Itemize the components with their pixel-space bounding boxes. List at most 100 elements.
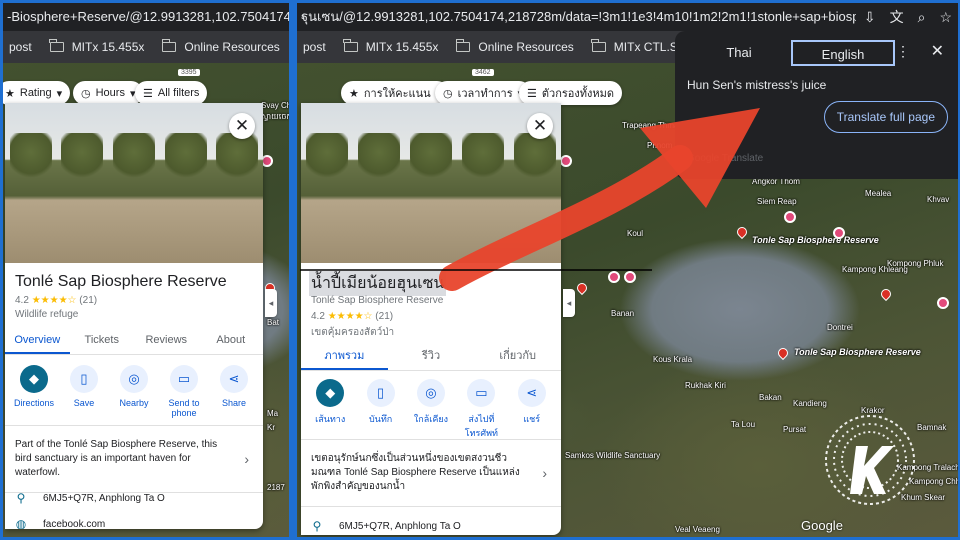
saved-place-heart-icon[interactable] bbox=[608, 271, 620, 283]
tab-about[interactable]: เกี่ยวกับ bbox=[474, 341, 561, 370]
source-language-tab[interactable]: Thai bbox=[687, 40, 791, 66]
phone-icon: ▭ bbox=[467, 379, 496, 407]
more-options-icon[interactable]: ⋮ bbox=[896, 43, 910, 60]
address-bar[interactable]: -Biosphere+Reserve/@12.9913281,102.75041… bbox=[3, 3, 289, 31]
place-photo[interactable]: ✕ bbox=[5, 103, 263, 263]
install-app-icon[interactable]: ⇩ bbox=[864, 3, 876, 31]
action-label: เส้นทาง bbox=[315, 414, 346, 424]
map-label: Siem Reap bbox=[757, 197, 797, 206]
chip-label: Rating bbox=[19, 87, 52, 99]
tab-about[interactable]: About bbox=[199, 325, 264, 354]
bookmark-folder[interactable]: MITx 15.455x bbox=[343, 39, 439, 54]
rating-value: 4.2 bbox=[15, 295, 29, 306]
tab-reviews[interactable]: Reviews bbox=[134, 325, 199, 354]
tab-tickets[interactable]: Tickets bbox=[70, 325, 135, 354]
selected-place-pin-icon[interactable] bbox=[734, 224, 750, 240]
folder-icon bbox=[591, 39, 606, 52]
place-pin-icon[interactable] bbox=[878, 286, 894, 302]
place-details-card: ✕ น้ำปี้เมียน้อยฮุนเซน Tonlé Sap Biosphe… bbox=[301, 103, 561, 535]
star-bookmark-icon[interactable]: ☆ bbox=[939, 3, 952, 31]
folder-icon bbox=[343, 39, 358, 52]
all-filters-chip[interactable]: ☰ ตัวกรองทั้งหมด bbox=[519, 81, 623, 105]
close-icon[interactable]: ✕ bbox=[931, 41, 944, 61]
description-text: เขตอนุรักษ์นกซึ่งเป็นส่วนหนึ่งของเขตสงวน… bbox=[311, 453, 520, 492]
folder-icon bbox=[455, 39, 471, 52]
send-to-phone-button[interactable]: ▭ ส่งไปที่ โทรศัพท์ bbox=[458, 379, 504, 440]
saved-place-heart-icon[interactable] bbox=[560, 155, 572, 167]
share-button[interactable]: ⋖ แชร์ bbox=[509, 379, 555, 440]
place-pin-icon[interactable] bbox=[574, 280, 590, 296]
saved-place-heart-icon[interactable] bbox=[937, 297, 949, 309]
globe-icon: ◍ bbox=[15, 517, 27, 529]
chip-label: Hours bbox=[95, 87, 125, 99]
directions-button[interactable]: ◆ เส้นทาง bbox=[307, 379, 353, 440]
review-count[interactable]: (21) bbox=[375, 311, 393, 322]
map-label: Dontrei bbox=[827, 323, 853, 332]
bookmark-item[interactable]: post bbox=[9, 40, 32, 54]
collapse-panel-handle[interactable]: ◂ bbox=[265, 289, 277, 317]
place-description[interactable]: เขตอนุรักษ์นกซึ่งเป็นส่วนหนึ่งของเขตสงวน… bbox=[301, 439, 561, 507]
map-label: Kompong Phluk bbox=[887, 259, 944, 268]
url-text: ฐุนเซน/@12.9913281,102.7504174,218728m/d… bbox=[301, 9, 885, 24]
website-row[interactable]: ◍ facebook.com bbox=[15, 517, 253, 529]
translate-footer: Google Translate bbox=[687, 153, 764, 164]
collapse-panel-handle[interactable]: ◂ bbox=[563, 289, 575, 317]
place-description[interactable]: Part of the Tonlé Sap Biosphere Reserve,… bbox=[5, 425, 263, 493]
photo-trees bbox=[301, 133, 561, 188]
place-photo[interactable]: ✕ bbox=[301, 103, 561, 263]
bookmark-item[interactable]: post bbox=[303, 40, 326, 54]
filter-hours-chip[interactable]: ◷ Hours ▾ bbox=[73, 81, 144, 105]
save-button[interactable]: ▯ บันทึก bbox=[358, 379, 404, 440]
translate-icon[interactable]: 文 bbox=[890, 3, 904, 31]
chip-label: เวลาทำการ bbox=[457, 88, 513, 100]
nearby-button[interactable]: ◎ ใกล้เคียง bbox=[408, 379, 454, 440]
address-row[interactable]: ⚲ 6MJ5+Q7R, Anphlong Ta O bbox=[15, 491, 253, 505]
close-icon[interactable]: ✕ bbox=[527, 113, 553, 139]
address-bar-icons: ⇩ 文 ⌕ ☆ bbox=[855, 3, 952, 31]
bookmark-folder[interactable]: MITx 15.455x bbox=[49, 39, 145, 54]
map-label: Samkos Wildlife Sanctuary bbox=[565, 451, 661, 460]
tab-overview[interactable]: Overview bbox=[5, 325, 70, 354]
map-label: Veal Veaeng bbox=[675, 525, 720, 534]
nearby-button[interactable]: ◎ Nearby bbox=[111, 365, 157, 418]
close-icon[interactable]: ✕ bbox=[229, 113, 255, 139]
saved-place-heart-icon[interactable] bbox=[784, 211, 796, 223]
map-label: Khvav bbox=[927, 195, 950, 204]
address-row[interactable]: ⚲ 6MJ5+Q7R, Anphlong Ta O bbox=[311, 519, 551, 533]
phone-icon: ▭ bbox=[170, 365, 198, 393]
address-bar[interactable]: ฐุนเซน/@12.9913281,102.7504174,218728m/d… bbox=[297, 3, 958, 31]
bookmark-label: MITx 15.455x bbox=[71, 40, 145, 54]
saved-place-heart-icon[interactable] bbox=[833, 227, 845, 239]
star-icon: ★ bbox=[349, 87, 359, 100]
chip-label: All filters bbox=[157, 87, 200, 99]
left-screenshot-panel: -Biosphere+Reserve/@12.9913281,102.75041… bbox=[3, 3, 289, 537]
share-button[interactable]: ⋖ Share bbox=[211, 365, 257, 418]
map-label: Bamnak bbox=[917, 423, 947, 432]
place-title-selected[interactable]: น้ำปี้เมียน้อยฮุนเซน bbox=[309, 271, 447, 296]
tab-overview[interactable]: ภาพรวม bbox=[301, 341, 388, 370]
review-count[interactable]: (21) bbox=[79, 295, 97, 306]
bookmark-label: MITx 15.455x bbox=[365, 40, 439, 54]
bookmark-folder[interactable]: Online Resources bbox=[161, 39, 280, 54]
filter-rating-chip[interactable]: ★การให้คะแนน▾ bbox=[341, 81, 450, 105]
zoom-icon[interactable]: ⌕ bbox=[918, 3, 926, 31]
filter-hours-chip[interactable]: ◷เวลาทำการ▾ bbox=[435, 81, 532, 105]
send-to-phone-button[interactable]: ▭ Send to phone bbox=[161, 365, 207, 418]
bookmark-folder[interactable]: Online Resources bbox=[455, 39, 574, 54]
translate-full-page-button[interactable]: Translate full page bbox=[823, 101, 948, 133]
filter-rating-chip[interactable]: ★ Rating ▾ bbox=[3, 81, 71, 105]
target-language-tab[interactable]: English bbox=[791, 40, 895, 66]
all-filters-chip[interactable]: ☰ All filters bbox=[135, 81, 208, 105]
tab-reviews[interactable]: รีวิว bbox=[388, 341, 475, 370]
place-pin-icon[interactable] bbox=[775, 345, 791, 361]
map-label: Pursat bbox=[783, 425, 807, 434]
directions-button[interactable]: ◆ Directions bbox=[11, 365, 57, 418]
map-label: Kous Krala bbox=[653, 355, 693, 364]
action-label: Directions bbox=[13, 398, 54, 408]
road-number: 3395 bbox=[178, 69, 200, 76]
map-label: Trapeang Thma bbox=[622, 121, 679, 130]
bookmarks-bar: post MITx 15.455x Online Resources MI bbox=[3, 31, 289, 63]
save-button[interactable]: ▯ Save bbox=[61, 365, 107, 418]
saved-place-heart-icon[interactable] bbox=[624, 271, 636, 283]
map-label: Tonle Sap Biosphere Reserve bbox=[752, 235, 879, 245]
